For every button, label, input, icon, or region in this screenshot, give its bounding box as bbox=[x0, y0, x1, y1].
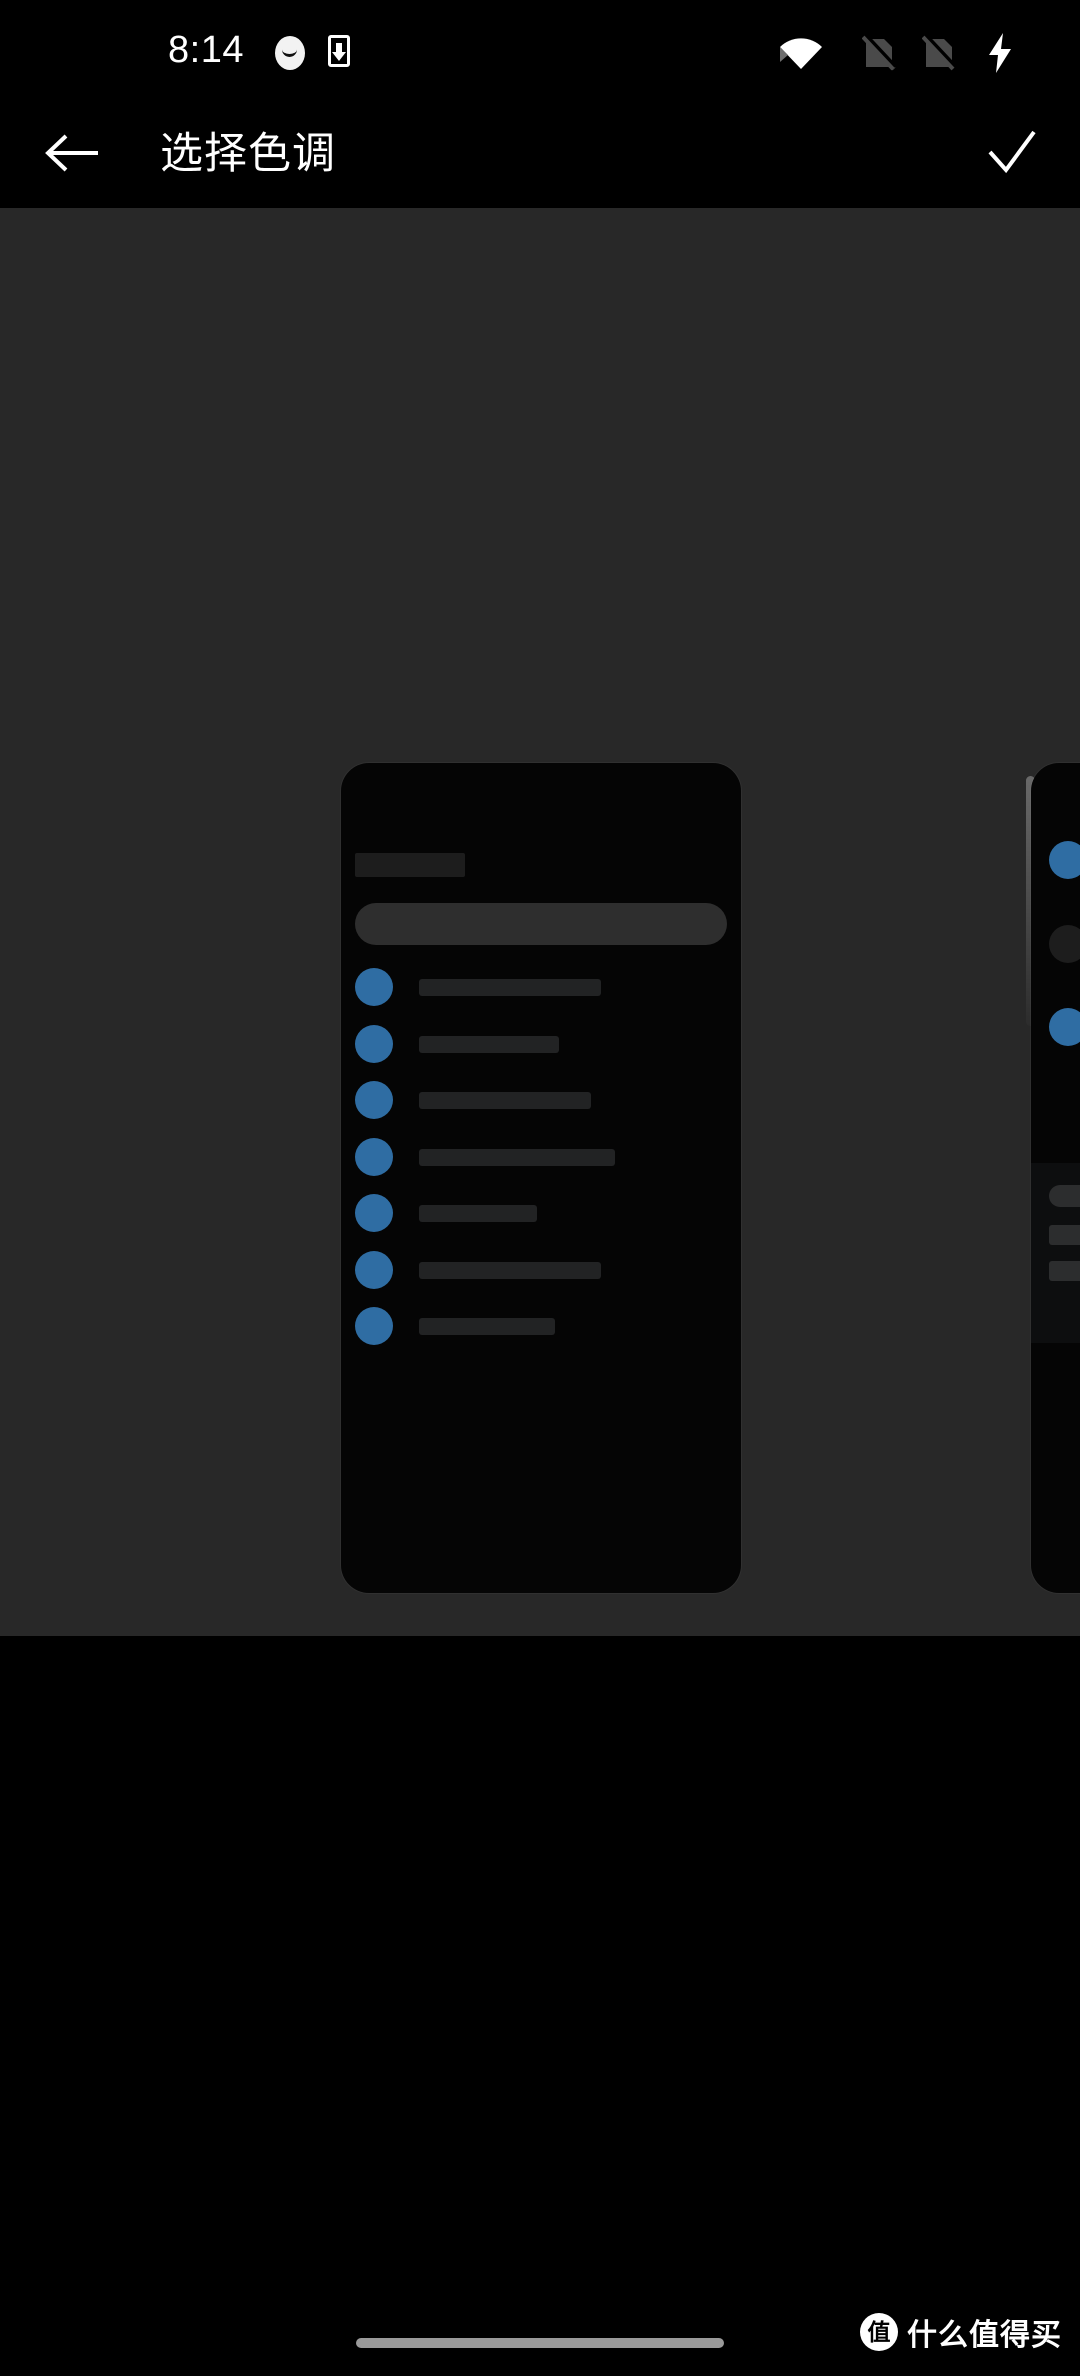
preview-pill bbox=[1049, 1261, 1080, 1281]
preview-card-main[interactable] bbox=[341, 763, 741, 1593]
preview-avatar-dot bbox=[1049, 1008, 1080, 1046]
preview-avatar-dot bbox=[1049, 841, 1080, 879]
preview-text-bar bbox=[419, 1262, 601, 1279]
preview-avatar-dot bbox=[355, 1081, 393, 1119]
preview-avatar-dot-muted bbox=[1049, 925, 1080, 963]
preview-avatar-dot bbox=[355, 1307, 393, 1345]
tone-picker-sheet: 选择色调 bbox=[0, 1636, 1080, 2376]
preview-secondary-panel bbox=[1031, 1163, 1080, 1343]
home-indicator[interactable] bbox=[356, 2338, 724, 2348]
checkmark-icon[interactable] bbox=[980, 124, 1042, 182]
preview-text-bar bbox=[419, 1205, 537, 1222]
sim-1-off-icon bbox=[862, 35, 896, 71]
back-arrow-icon[interactable] bbox=[42, 124, 104, 182]
device-download-icon bbox=[328, 35, 350, 67]
preview-avatar-dot bbox=[355, 1251, 393, 1289]
preview-text-bar bbox=[419, 1036, 559, 1053]
preview-avatar-dot bbox=[355, 1194, 393, 1232]
preview-avatar-dot bbox=[355, 968, 393, 1006]
preview-pill bbox=[1049, 1225, 1080, 1245]
watermark-text: 什么值得买 bbox=[907, 2319, 1062, 2352]
preview-card-next[interactable] bbox=[1031, 763, 1080, 1593]
preview-search-bar bbox=[355, 903, 727, 945]
status-clock: 8:14 bbox=[168, 29, 244, 71]
preview-text-bar bbox=[419, 979, 601, 996]
page-title: 选择色调 bbox=[160, 130, 336, 178]
preview-text-bar bbox=[419, 1318, 555, 1335]
preview-title-placeholder bbox=[355, 853, 465, 877]
preview-text-bar bbox=[419, 1149, 615, 1166]
preview-avatar-dot bbox=[355, 1025, 393, 1063]
sim-2-off-icon bbox=[922, 35, 956, 71]
wifi-icon bbox=[780, 38, 822, 69]
phone-screen: 8:14 选择色调 值 什么值得买 bbox=[0, 0, 1080, 2376]
app-toolbar: 选择色调 bbox=[0, 96, 1080, 208]
preview-text-bar bbox=[419, 1092, 591, 1109]
charging-bolt-icon bbox=[989, 33, 1011, 73]
preview-pill bbox=[1049, 1185, 1080, 1207]
do-not-disturb-icon bbox=[275, 36, 305, 70]
watermark: 值 什么值得买 bbox=[860, 2310, 1062, 2354]
status-bar: 8:14 bbox=[0, 0, 1080, 96]
preview-avatar-dot bbox=[355, 1138, 393, 1176]
theme-preview-stage[interactable] bbox=[0, 208, 1080, 1636]
watermark-logo-icon: 值 bbox=[860, 2313, 898, 2351]
status-right-icons bbox=[740, 0, 1080, 96]
